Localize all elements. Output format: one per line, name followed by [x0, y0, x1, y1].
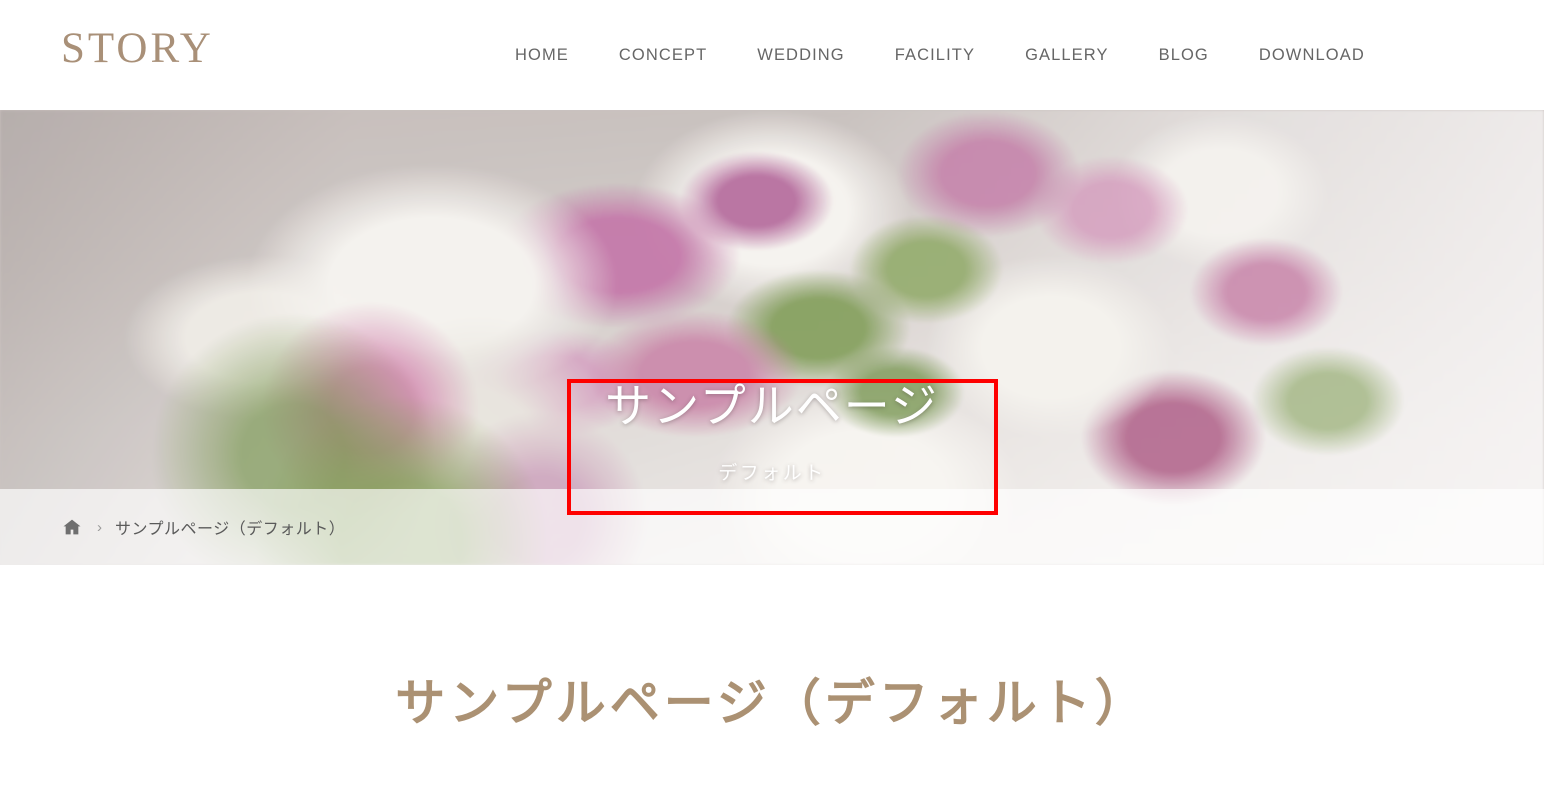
hero-section: サンプルページ デフォルト › サンプルページ（デフォルト） — [0, 110, 1544, 565]
hero-caption: サンプルページ デフォルト — [0, 378, 1544, 485]
breadcrumb-current-page: サンプルページ（デフォルト） — [115, 521, 346, 538]
nav-item-download[interactable]: DOWNLOAD — [1234, 0, 1390, 110]
hero-title: サンプルページ — [605, 381, 939, 432]
breadcrumb-separator: › — [97, 518, 102, 536]
hero-subtitle: デフォルト — [718, 462, 826, 484]
main-content: サンプルページ（デフォルト） — [0, 565, 1544, 810]
main-navigation: HOME CONCEPT WEDDING FACILITY GALLERY BL… — [490, 0, 1390, 110]
nav-item-facility[interactable]: FACILITY — [870, 0, 1000, 110]
breadcrumb-bar: › サンプルページ（デフォルト） — [0, 489, 1544, 565]
breadcrumb: › サンプルページ（デフォルト） — [0, 515, 345, 539]
nav-item-gallery[interactable]: GALLERY — [1000, 0, 1134, 110]
page-title: サンプルページ（デフォルト） — [395, 675, 1149, 731]
nav-item-wedding[interactable]: WEDDING — [732, 0, 869, 110]
site-logo[interactable]: STORY — [61, 27, 214, 70]
home-icon[interactable] — [61, 516, 83, 538]
nav-item-blog[interactable]: BLOG — [1134, 0, 1234, 110]
nav-item-home[interactable]: HOME — [490, 0, 594, 110]
site-header: STORY HOME CONCEPT WEDDING FACILITY GALL… — [0, 0, 1544, 110]
nav-item-concept[interactable]: CONCEPT — [594, 0, 732, 110]
